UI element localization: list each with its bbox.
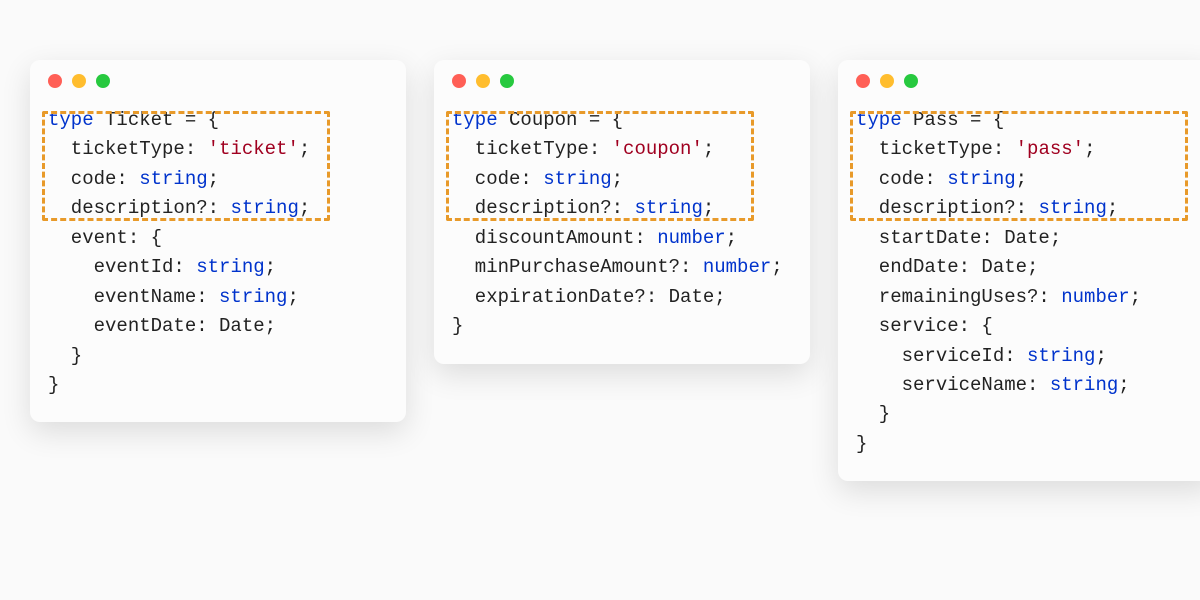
zoom-icon[interactable] [904, 74, 918, 88]
code-text: ticketType: [856, 138, 1016, 160]
type-token: string [1027, 345, 1095, 367]
type-token: string [634, 197, 702, 219]
type-token: string [1050, 374, 1118, 396]
code-text: startDate: Date; [856, 227, 1061, 249]
string-literal: 'ticket' [208, 138, 299, 160]
close-icon[interactable] [452, 74, 466, 88]
code-block: type Pass = { ticketType: 'pass'; code: … [856, 106, 1196, 459]
string-literal: 'coupon' [612, 138, 703, 160]
code-text: endDate: Date; [856, 256, 1038, 278]
code-text: code: [856, 168, 947, 190]
code-text: ticketType: [48, 138, 208, 160]
type-token: number [703, 256, 771, 278]
keyword-token: type [856, 109, 902, 131]
code-window-pass: type Pass = { ticketType: 'pass'; code: … [838, 60, 1200, 481]
window-controls [452, 74, 792, 88]
minimize-icon[interactable] [72, 74, 86, 88]
code-text: ; [299, 138, 310, 160]
code-text: code: [48, 168, 139, 190]
code-text: ; [287, 286, 298, 308]
string-literal: 'pass' [1016, 138, 1084, 160]
code-text: ; [1016, 168, 1027, 190]
code-window-coupon: type Coupon = { ticketType: 'coupon'; co… [434, 60, 810, 364]
code-text: Coupon = { [498, 109, 623, 131]
type-token: number [657, 227, 725, 249]
type-token: string [196, 256, 264, 278]
zoom-icon[interactable] [500, 74, 514, 88]
keyword-token: type [452, 109, 498, 131]
code-text: minPurchaseAmount?: [452, 256, 703, 278]
code-text: Ticket = { [94, 109, 219, 131]
type-token: string [1038, 197, 1106, 219]
code-text: ; [1095, 345, 1106, 367]
type-token: string [230, 197, 298, 219]
code-text: ; [703, 197, 714, 219]
code-text: expirationDate?: Date; [452, 286, 726, 308]
code-windows-row: type Ticket = { ticketType: 'ticket'; co… [0, 0, 1200, 541]
minimize-icon[interactable] [476, 74, 490, 88]
code-text: serviceId: [856, 345, 1027, 367]
code-text: description?: [452, 197, 634, 219]
code-text: ; [612, 168, 623, 190]
zoom-icon[interactable] [96, 74, 110, 88]
type-token: string [219, 286, 287, 308]
type-token: string [543, 168, 611, 190]
code-text: description?: [48, 197, 230, 219]
code-text: } [48, 345, 82, 367]
code-text: eventId: [48, 256, 196, 278]
window-controls [48, 74, 388, 88]
code-text: ticketType: [452, 138, 612, 160]
code-text: } [856, 403, 890, 425]
code-text: Pass = { [902, 109, 1005, 131]
code-text: remainingUses?: [856, 286, 1061, 308]
code-text: serviceName: [856, 374, 1050, 396]
code-text: ; [703, 138, 714, 160]
close-icon[interactable] [48, 74, 62, 88]
code-text: discountAmount: [452, 227, 657, 249]
code-text: ; [299, 197, 310, 219]
type-token: string [947, 168, 1015, 190]
code-text: ; [1130, 286, 1141, 308]
code-text: eventName: [48, 286, 219, 308]
code-block: type Coupon = { ticketType: 'coupon'; co… [452, 106, 792, 342]
minimize-icon[interactable] [880, 74, 894, 88]
code-window-ticket: type Ticket = { ticketType: 'ticket'; co… [30, 60, 406, 422]
code-text: eventDate: Date; [48, 315, 276, 337]
type-token: string [139, 168, 207, 190]
code-text: } [48, 374, 59, 396]
close-icon[interactable] [856, 74, 870, 88]
code-text: ; [208, 168, 219, 190]
code-text: ; [1118, 374, 1129, 396]
code-text: ; [726, 227, 737, 249]
code-text: ; [771, 256, 782, 278]
window-controls [856, 74, 1196, 88]
code-text: } [856, 433, 867, 455]
code-text: event: { [48, 227, 162, 249]
code-text: description?: [856, 197, 1038, 219]
code-text: ; [1084, 138, 1095, 160]
code-text: ; [1107, 197, 1118, 219]
code-text: service: { [856, 315, 993, 337]
type-token: number [1061, 286, 1129, 308]
code-text: ; [265, 256, 276, 278]
code-text: } [452, 315, 463, 337]
code-block: type Ticket = { ticketType: 'ticket'; co… [48, 106, 388, 400]
keyword-token: type [48, 109, 94, 131]
code-text: code: [452, 168, 543, 190]
